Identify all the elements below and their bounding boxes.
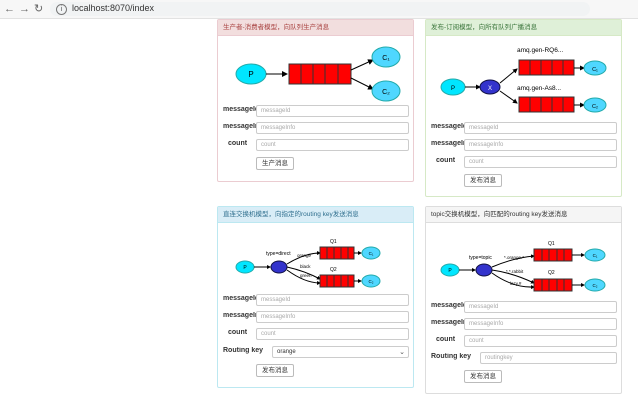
produce-button[interactable]: 生产消息 — [256, 157, 294, 170]
svg-text:C₁: C₁ — [592, 67, 598, 73]
field-label: messageInfo — [223, 312, 258, 319]
producer-consumer-panel: 生产者-消费者模型，向队列生产消息 P C₁ C₂ messageId mess… — [217, 19, 414, 182]
topic-exchange-panel: topic交换机模型，向匹配的routing key发送消息 P type=to… — [425, 206, 622, 394]
panel-title: topic交换机模型，向匹配的routing key发送消息 — [426, 207, 621, 223]
messageid-input[interactable]: messageId — [256, 294, 409, 306]
svg-text:type=direct: type=direct — [266, 251, 291, 257]
messageinfo-row: messageInfo messageInfo — [218, 311, 413, 323]
forward-icon[interactable]: → — [19, 3, 30, 15]
topic-exchange-diagram: P type=topic *.orange.* *.*.rabbit lazy.… — [440, 241, 606, 292]
messageid-row: messageId messageId — [218, 105, 413, 117]
producer-label: P — [248, 70, 253, 79]
messageid-input[interactable]: messageId — [256, 105, 409, 117]
messageinfo-input[interactable]: messageInfo — [464, 139, 617, 151]
back-icon[interactable]: ← — [4, 3, 15, 15]
messageinfo-input[interactable]: messageInfo — [464, 318, 617, 330]
svg-text:green: green — [300, 273, 312, 278]
queue-name-1: amq.gen-RQ6... — [517, 47, 563, 54]
producer-consumer-diagram: P C₁ C₂ — [235, 46, 401, 102]
field-label: messageId — [431, 123, 466, 130]
svg-text:C₂: C₂ — [369, 279, 374, 284]
url-text: localhost:8070/index — [72, 3, 155, 13]
field-label: messageInfo — [431, 319, 466, 326]
fanout-diagram: P X amq.gen-RQ6... amq.gen-As8... C₁ C₂ — [440, 47, 607, 113]
svg-text:*.*.rabbit: *.*.rabbit — [506, 269, 524, 274]
svg-text:Q2: Q2 — [548, 270, 555, 276]
svg-text:C₁: C₁ — [369, 251, 374, 256]
publish-button[interactable]: 发布消息 — [464, 174, 502, 187]
field-label: messageId — [223, 106, 258, 113]
count-row: count count — [426, 335, 621, 347]
svg-text:C₁: C₁ — [593, 253, 598, 258]
svg-text:C₂: C₂ — [592, 104, 598, 110]
messageinfo-input[interactable]: messageInfo — [256, 311, 409, 323]
count-input[interactable]: count — [256, 328, 409, 340]
count-input[interactable]: count — [464, 156, 617, 168]
panel-title: 直连交换机模型，向指定的routing key发送消息 — [218, 207, 413, 223]
browser-toolbar: ← → ↻ i localhost:8070/index — [0, 0, 638, 19]
queue — [288, 63, 352, 85]
messageinfo-input[interactable]: messageInfo — [256, 122, 409, 134]
count-input[interactable]: count — [464, 335, 617, 347]
count-row: count count — [218, 139, 413, 151]
messageinfo-row: messageInfo messageInfo — [218, 122, 413, 134]
svg-text:C₂: C₂ — [382, 89, 390, 96]
queue-name-2: amq.gen-As8... — [517, 85, 561, 92]
svg-text:X: X — [488, 86, 492, 92]
routing-key-label: Routing key — [223, 347, 264, 354]
svg-text:P: P — [451, 86, 455, 92]
messageid-row: messageId messageId — [426, 122, 621, 134]
chevron-down-icon: ⌄ — [399, 349, 405, 356]
messageid-input[interactable]: messageId — [464, 301, 617, 313]
routing-key-input[interactable]: routingkey — [480, 352, 617, 364]
address-bar[interactable]: i localhost:8070/index — [50, 2, 590, 16]
svg-text:lazy.#: lazy.# — [510, 281, 522, 286]
routing-key-row: Routing key routingkey — [426, 352, 621, 364]
svg-text:C₂: C₂ — [593, 283, 598, 288]
messageid-row: messageId messageId — [218, 294, 413, 306]
info-icon[interactable]: i — [56, 4, 67, 15]
field-label: messageId — [431, 302, 466, 309]
routing-key-label: Routing key — [431, 353, 472, 360]
publish-subscribe-panel: 发布-订阅模型，向所有队列广播消息 P X amq.gen-RQ6... amq… — [425, 19, 622, 197]
routing-key-row: Routing key orange ⌄ — [218, 346, 413, 358]
messageinfo-row: messageInfo messageInfo — [426, 139, 621, 151]
reload-icon[interactable]: ↻ — [34, 3, 43, 15]
svg-text:orange: orange — [297, 253, 312, 258]
panel-title: 生产者-消费者模型，向队列生产消息 — [218, 20, 413, 36]
direct-exchange-diagram: P type=direct orange black green Q1 Q2 C… — [235, 239, 381, 288]
routing-key-value: orange — [277, 349, 296, 355]
routing-key-select[interactable]: orange ⌄ — [272, 346, 409, 358]
svg-text:C₁: C₁ — [382, 55, 390, 62]
field-label: messageInfo — [223, 123, 258, 130]
count-row: count count — [426, 156, 621, 168]
count-input[interactable]: count — [256, 139, 409, 151]
publish-button[interactable]: 发布消息 — [464, 370, 502, 383]
svg-text:type=topic: type=topic — [469, 255, 492, 261]
svg-text:*.orange.*: *.orange.* — [504, 255, 524, 260]
panel-title: 发布-订阅模型，向所有队列广播消息 — [426, 20, 621, 36]
field-label: messageInfo — [431, 140, 466, 147]
count-row: count count — [218, 328, 413, 340]
publish-button[interactable]: 发布消息 — [256, 364, 294, 377]
direct-exchange-panel: 直连交换机模型，向指定的routing key发送消息 P type=direc… — [217, 206, 414, 388]
messageid-row: messageId messageId — [426, 301, 621, 313]
svg-text:Q1: Q1 — [548, 241, 555, 247]
svg-text:black: black — [300, 264, 311, 269]
svg-text:Q1: Q1 — [330, 239, 337, 245]
messageid-input[interactable]: messageId — [464, 122, 617, 134]
svg-text:Q2: Q2 — [330, 267, 337, 273]
field-label: messageId — [223, 295, 258, 302]
messageinfo-row: messageInfo messageInfo — [426, 318, 621, 330]
